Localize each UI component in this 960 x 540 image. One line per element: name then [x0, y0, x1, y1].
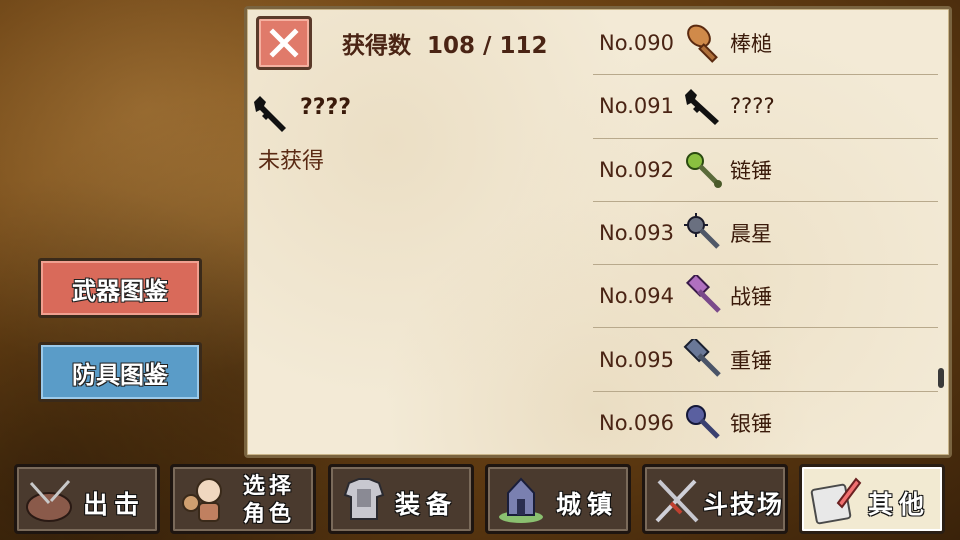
list-item-name: 棒槌	[730, 32, 772, 57]
list-item-number: No.090	[599, 31, 674, 56]
nav-town[interactable]: 城镇	[485, 464, 631, 534]
nav-equip-label: 装备	[395, 490, 458, 519]
unknown-sword-silhouette-icon	[254, 96, 286, 132]
nav-select-label-top: 选择	[243, 474, 296, 499]
nav-other[interactable]: 其他	[799, 464, 945, 534]
nav-other-label: 其他	[868, 490, 931, 519]
close-button[interactable]	[256, 16, 312, 70]
crossed-swords-icon	[655, 479, 699, 523]
nav-select-label-bottom: 角色	[243, 502, 296, 527]
nav-sortie[interactable]: 出击	[14, 464, 160, 534]
nav-arena-label: 斗技场	[703, 490, 785, 519]
flail-icon	[686, 151, 722, 188]
collected-count: 获得数 108 / 112	[342, 26, 547, 60]
close-icon	[269, 28, 299, 58]
list-item[interactable]: No.095 重锤	[593, 328, 938, 392]
weapon-catalog-button[interactable]: 武器图鉴	[38, 258, 202, 318]
heavy-hammer-icon	[683, 338, 721, 377]
town-icon	[499, 477, 543, 523]
war-hammer-icon	[685, 275, 721, 314]
morning-star-icon	[684, 213, 720, 249]
nav-arena[interactable]: 斗技场	[642, 464, 788, 534]
list-item[interactable]: No.096 银锤	[593, 392, 938, 455]
silver-hammer-icon	[686, 405, 720, 440]
list-item[interactable]: No.091 ????	[593, 75, 938, 139]
list-item[interactable]: No.090 棒槌	[593, 12, 938, 76]
detail-item-status: 未获得	[258, 149, 325, 174]
sortie-icon	[26, 479, 72, 522]
list-item-name: 重锤	[730, 348, 772, 373]
armor-icon	[343, 478, 385, 520]
list-item[interactable]: No.094 战锤	[593, 265, 938, 329]
character-icon	[182, 478, 222, 522]
list-item-number: No.093	[599, 221, 674, 246]
nav-town-label: 城镇	[556, 490, 619, 519]
club-icon	[687, 24, 718, 64]
list-item-number: No.094	[599, 284, 674, 309]
scroll-quill-icon	[810, 477, 862, 525]
collected-count-label: 获得数	[342, 33, 411, 59]
nav-equip[interactable]: 装备	[328, 464, 474, 534]
list-item-number: No.091	[599, 94, 674, 119]
detail-item-name: ????	[300, 95, 352, 120]
nav-sortie-label: 出击	[83, 490, 146, 519]
list-item[interactable]: No.092 链锤	[593, 139, 938, 202]
list-item-name: 银锤	[730, 412, 772, 437]
list-item-number: No.096	[599, 411, 674, 436]
list-item-name: ????	[730, 94, 775, 119]
list-item-number: No.095	[599, 347, 674, 372]
list-item-number: No.092	[599, 157, 674, 182]
collected-count-value: 108 / 112	[427, 33, 548, 59]
armor-catalog-button[interactable]: 防具图鉴	[38, 342, 202, 402]
list-item-name: 晨星	[730, 222, 772, 247]
list-item[interactable]: No.093 晨星	[593, 202, 938, 266]
list-scrollbar[interactable]	[938, 368, 944, 388]
unknown-weapon-icon	[685, 89, 719, 126]
list-item-name: 战锤	[730, 285, 772, 310]
list-item-name: 链锤	[730, 158, 772, 183]
weapon-list[interactable]: No.090 棒槌 No.091 ???? No.092 链锤 No.093 晨…	[593, 12, 938, 455]
nav-select-character[interactable]: 选择 角色	[170, 464, 316, 534]
